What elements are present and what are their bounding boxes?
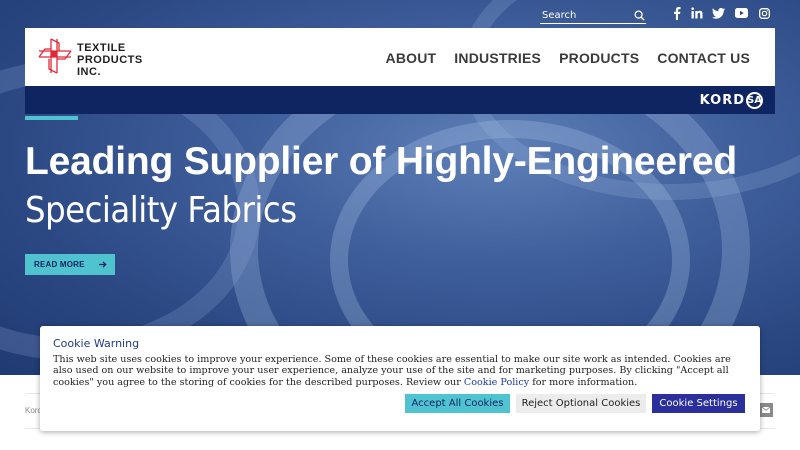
search-icon[interactable]: [634, 10, 645, 21]
cookie-text: This web site uses cookies to improve yo…: [53, 354, 749, 388]
nav-item-contact-us[interactable]: CONTACT US: [657, 50, 750, 66]
accept-all-cookies-button[interactable]: Accept All Cookies: [405, 394, 510, 413]
main-nav: ABOUT INDUSTRIES PRODUCTS CONTACT US: [386, 50, 750, 66]
instagram-icon[interactable]: [757, 6, 771, 20]
mail-icon: [762, 407, 770, 413]
kordsa-logo[interactable]: KORD SA: [700, 91, 763, 109]
hero-headline: Leading Supplier of Highly-Engineered: [25, 140, 737, 183]
twitter-icon[interactable]: [711, 6, 725, 20]
youtube-icon[interactable]: [734, 6, 748, 20]
nav-item-about[interactable]: ABOUT: [386, 50, 437, 66]
facebook-icon[interactable]: [670, 6, 684, 20]
kordsa-logo-circle: SA: [746, 91, 763, 109]
cookie-settings-button[interactable]: Cookie Settings: [652, 394, 745, 413]
read-more-label: READ MORE: [34, 260, 85, 269]
share-email-button[interactable]: [759, 403, 773, 417]
cookie-policy-link[interactable]: Cookie Policy: [464, 377, 529, 388]
read-more-button[interactable]: READ MORE: [25, 254, 115, 275]
kordsa-logo-text: KORD: [699, 92, 745, 108]
company-logo-icon[interactable]: [37, 37, 73, 75]
company-logo-text[interactable]: TEXTILE PRODUCTS INC.: [77, 42, 143, 78]
arrow-right-icon: [98, 261, 107, 268]
linkedin-icon[interactable]: [690, 6, 704, 20]
cookie-title: Cookie Warning: [53, 337, 140, 350]
logo-line: TEXTILE: [77, 42, 126, 54]
reject-optional-cookies-button[interactable]: Reject Optional Cookies: [516, 394, 646, 413]
logo-line: PRODUCTS: [77, 54, 143, 66]
hero-subheadline: Speciality Fabrics: [25, 190, 297, 231]
cookie-dialog: Cookie Warning This web site uses cookie…: [40, 326, 760, 431]
nav-item-products[interactable]: PRODUCTS: [559, 50, 639, 66]
site-header: TEXTILE PRODUCTS INC. ABOUT INDUSTRIES P…: [25, 28, 775, 86]
cookie-text-end: for more information.: [529, 376, 638, 388]
search-input[interactable]: [542, 8, 632, 23]
logo-line: INC.: [77, 66, 101, 78]
accent-line: [25, 116, 78, 120]
brand-bar: KORD SA: [25, 86, 775, 114]
nav-item-industries[interactable]: INDUSTRIES: [454, 50, 541, 66]
search-box: [540, 7, 646, 24]
